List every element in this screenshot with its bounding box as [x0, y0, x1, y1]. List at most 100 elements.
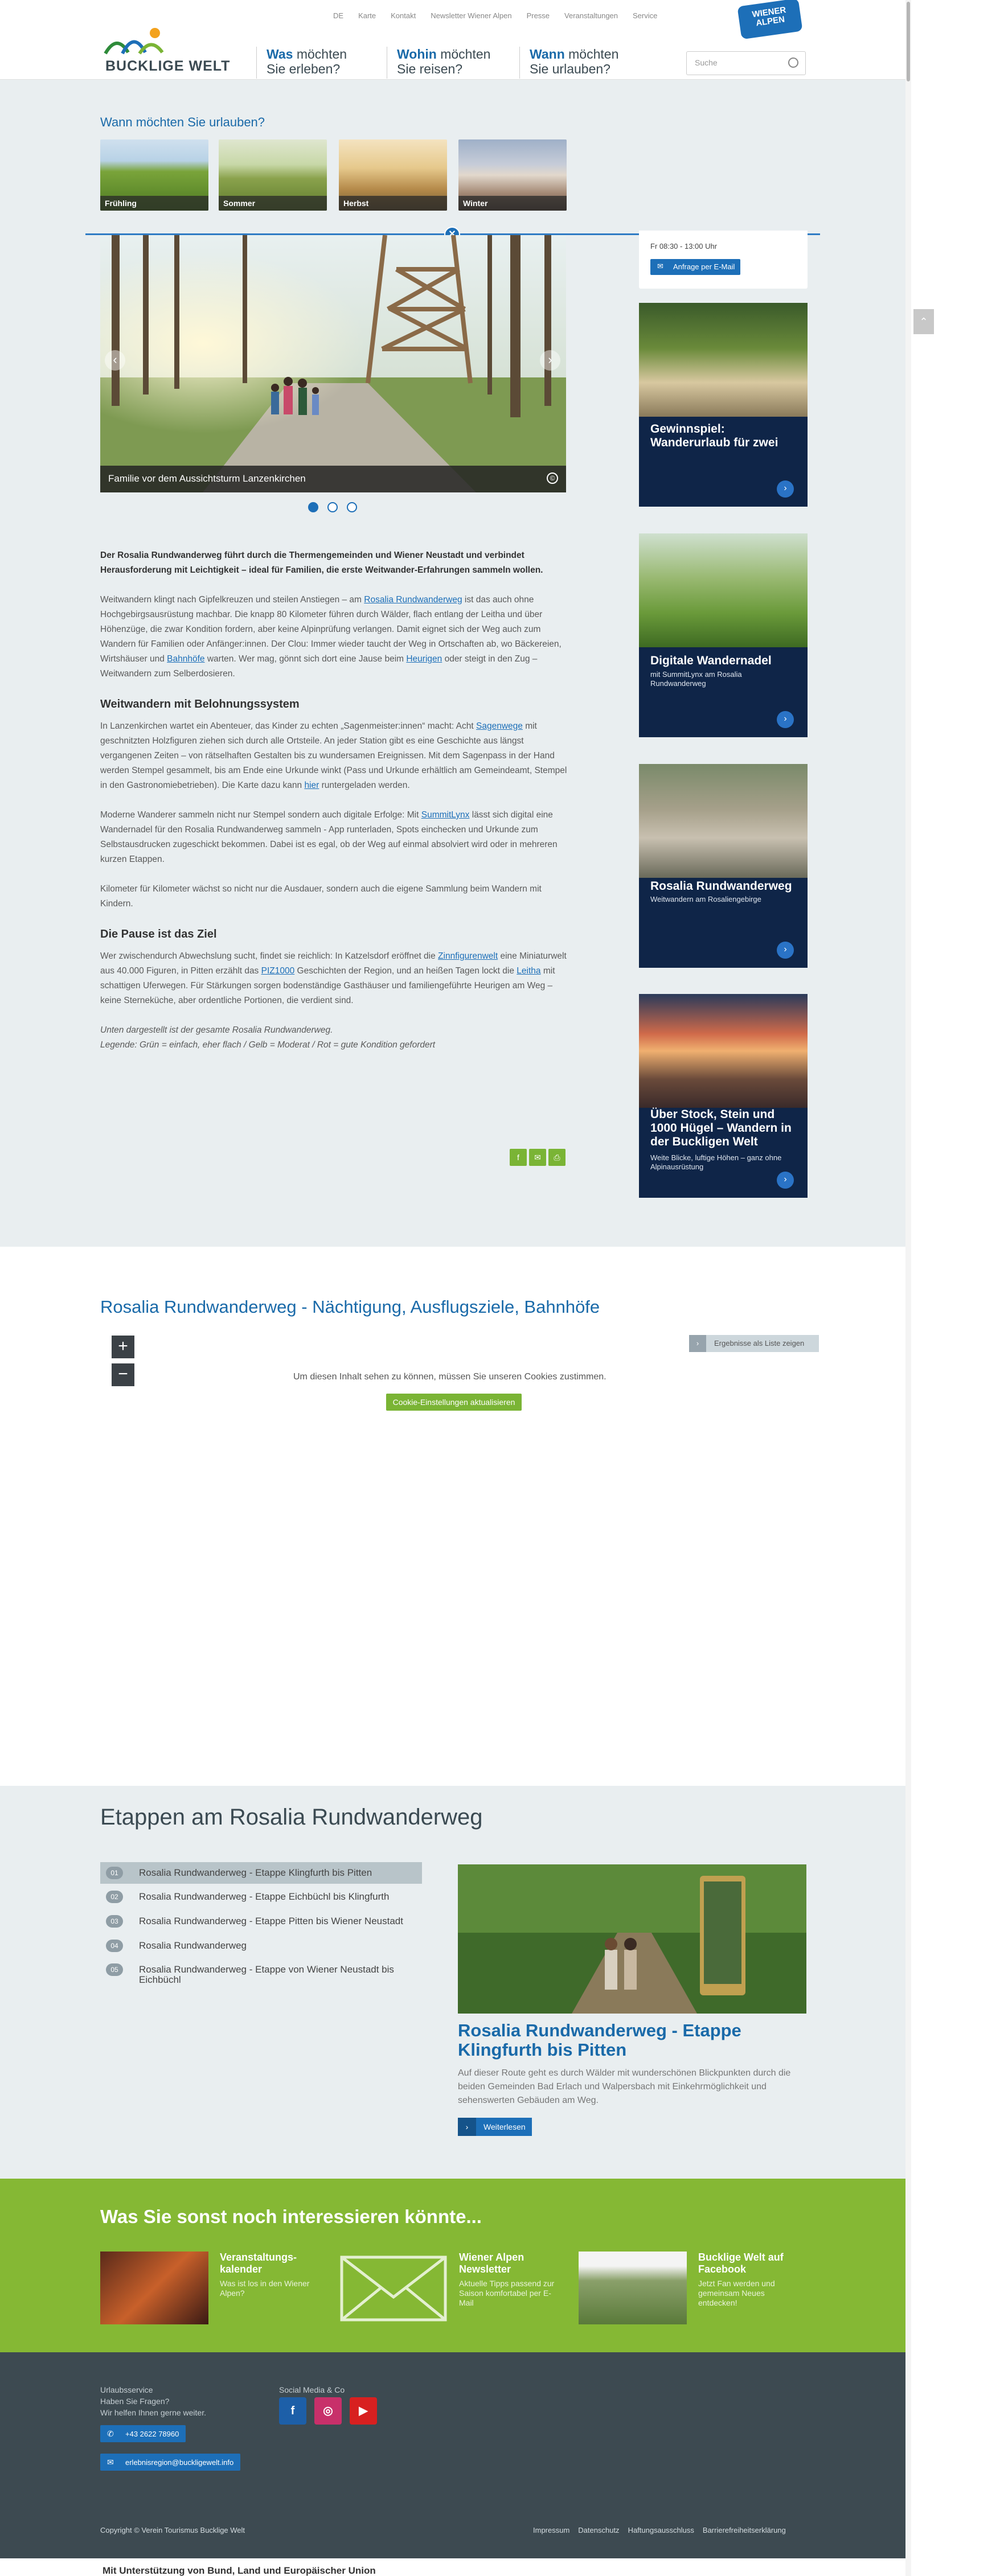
top-link-veranstaltungen[interactable]: Veranstaltungen	[564, 11, 618, 20]
article-heading: Die Pause ist das Ziel	[100, 928, 217, 940]
email-share-icon[interactable]: ✉	[529, 1149, 546, 1166]
season-fruehling[interactable]: Frühling	[100, 139, 208, 211]
related-newsletter[interactable]: Wiener Alpen Newsletter Aktuelle Tipps p…	[339, 2252, 567, 2324]
mail-icon: ✉	[107, 2458, 114, 2467]
cookie-settings-button[interactable]: Cookie-Einstellungen aktualisieren	[386, 1394, 522, 1411]
stage-item[interactable]: 05 Rosalia Rundwanderweg - Etappe von Wie…	[100, 1959, 422, 1989]
chevron-right-icon[interactable]: ›	[777, 711, 794, 728]
footer-service-text: Wir helfen Ihnen gerne weiter.	[100, 2408, 206, 2417]
facebook-share-icon[interactable]: f	[510, 1149, 527, 1166]
link-rosalia[interactable]: Rosalia Rundwanderweg	[364, 595, 462, 605]
article-paragraph: Wer zwischendurch Abwechslung sucht, fin…	[100, 951, 567, 1005]
link-leitha[interactable]: Leitha	[517, 966, 540, 976]
chevron-right-icon[interactable]: ›	[777, 480, 794, 498]
article-heading: Weitwandern mit Belohnungssystem	[100, 698, 300, 710]
article-paragraph: Kilometer für Kilometer wächst so nicht …	[100, 884, 542, 909]
link-sagenwege[interactable]: Sagenwege	[476, 721, 523, 731]
hero-caption: Familie vor dem Aussichtsturm Lanzenkirc…	[100, 466, 566, 492]
top-link-service[interactable]: Service	[633, 11, 657, 20]
top-link-newsletter[interactable]: Newsletter Wiener Alpen	[431, 11, 511, 20]
map-title: Rosalia Rundwanderweg - Nächtigung, Ausf…	[100, 1297, 600, 1317]
legal-links: Impressum Datenschutz Haftungsausschluss…	[533, 2526, 786, 2534]
copyright: Copyright © Verein Tourismus Bucklige We…	[100, 2526, 245, 2534]
site-logo[interactable]: BUCKLIGE WELT	[103, 25, 230, 76]
teaser-wandern[interactable]: Über Stock, Stein und 1000 Hügel – Wande…	[639, 994, 808, 1198]
top-links: DE Karte Kontakt Newsletter Wiener Alpen…	[333, 11, 657, 20]
copyright-icon[interactable]: ©	[547, 473, 558, 484]
search-input[interactable]: Suche	[686, 51, 806, 75]
top-link-karte[interactable]: Karte	[358, 11, 376, 20]
link-impressum[interactable]: Impressum	[533, 2526, 569, 2534]
instagram-icon[interactable]: ◎	[314, 2397, 342, 2425]
scrollbar[interactable]	[905, 0, 911, 2576]
top-link-presse[interactable]: Presse	[527, 11, 550, 20]
link-heurigen[interactable]: Heurigen	[406, 654, 442, 664]
season-title: Wann möchten Sie urlauben?	[100, 115, 265, 129]
wiener-alpen-logo[interactable]: WIENER ALPEN	[737, 0, 803, 40]
article-paragraph: Moderne Wanderer sammeln nicht nur Stemp…	[100, 810, 558, 864]
contact-box: Fr 08:30 - 13:00 Uhr ✉ Anfrage per E-Mail	[639, 231, 808, 289]
slider-next-button[interactable]: ›	[540, 350, 560, 371]
related-events[interactable]: Veranstaltungs-kalender Was ist los in d…	[100, 2252, 328, 2324]
email-button[interactable]: ✉ erlebnisregion@buckligewelt.info	[100, 2454, 241, 2471]
related-facebook[interactable]: Bucklige Welt auf Facebook Jetzt Fan wer…	[579, 2252, 806, 2324]
site-header: DE Karte Kontakt Newsletter Wiener Alpen…	[0, 0, 905, 80]
season-herbst[interactable]: Herbst	[339, 139, 447, 211]
language-selector[interactable]: DE	[333, 11, 343, 20]
phone-button[interactable]: ✆ +43 2622 78960	[100, 2425, 186, 2442]
link-haftungsausschluss[interactable]: Haftungsausschluss	[628, 2526, 694, 2534]
season-winter[interactable]: Winter	[458, 139, 567, 211]
teaser-image	[639, 533, 808, 647]
stage-image	[458, 1864, 806, 2014]
stage-detail-description: Auf dieser Route geht es durch Wälder mi…	[458, 2068, 791, 2105]
cookie-message: Um diesen Inhalt sehen zu können, müssen…	[293, 1372, 607, 1382]
nav-wohin[interactable]: Wohin möchten Sie reisen?	[387, 47, 490, 79]
related-image	[579, 2252, 687, 2324]
scrollbar-thumb[interactable]	[907, 2, 910, 81]
teaser-rosalia[interactable]: Rosalia Rundwanderweg Weitwandern am Ros…	[639, 764, 808, 968]
slider-prev-button[interactable]: ‹	[105, 350, 125, 371]
link-hier[interactable]: hier	[304, 780, 319, 790]
slider-dot-2[interactable]	[327, 502, 338, 512]
sponsor-title: Mit Unterstützung von Bund, Land und Eur…	[103, 2565, 376, 2576]
link-piz1000[interactable]: PIZ1000	[261, 966, 295, 976]
list-view-button[interactable]: › Ergebnisse als Liste zeigen	[689, 1335, 819, 1352]
teaser-wandernadel[interactable]: Digitale Wandernadel mit SummitLynx am R…	[639, 533, 808, 737]
facebook-icon[interactable]: f	[279, 2397, 306, 2425]
zoom-out-button[interactable]: −	[112, 1363, 134, 1386]
chevron-right-icon[interactable]: ›	[777, 942, 794, 959]
link-summitlynx[interactable]: SummitLynx	[421, 810, 470, 820]
top-link-kontakt[interactable]: Kontakt	[391, 11, 416, 20]
chevron-right-icon[interactable]: ›	[777, 1172, 794, 1189]
teaser-gewinnspiel[interactable]: Gewinnspiel: Wanderurlaub für zwei ›	[639, 303, 808, 507]
nav-wann[interactable]: Wann möchten Sie urlauben?	[519, 47, 618, 79]
youtube-icon[interactable]: ▶	[350, 2397, 377, 2425]
zoom-in-button[interactable]: +	[112, 1336, 134, 1358]
logo-hills-icon	[104, 28, 164, 55]
scroll-top-button[interactable]: ⌃	[913, 309, 934, 334]
link-barrierefreiheit[interactable]: Barrierefreiheitserklärung	[703, 2526, 786, 2534]
stage-item[interactable]: 03 Rosalia Rundwanderweg - Etappe Pitten …	[100, 1911, 422, 1932]
slider-dot-3[interactable]	[347, 502, 357, 512]
stage-detail-title[interactable]: Rosalia Rundwanderweg - Etappe Klingfurt…	[458, 2021, 806, 2060]
stage-item[interactable]: 02 Rosalia Rundwanderweg - Etappe Eichbüc…	[100, 1886, 422, 1908]
season-sommer[interactable]: Sommer	[219, 139, 327, 211]
article-lead: Der Rosalia Rundwanderweg führt durch di…	[100, 550, 543, 575]
email-request-button[interactable]: ✉ Anfrage per E-Mail	[650, 259, 741, 275]
stage-item[interactable]: 01 Rosalia Rundwanderweg - Etappe Klingfu…	[100, 1862, 422, 1884]
article-paragraph: In Lanzenkirchen wartet ein Abenteuer, d…	[100, 721, 567, 790]
link-bahnhoefe[interactable]: Bahnhöfe	[167, 654, 204, 664]
article-paragraph: Weitwandern klingt nach Gipfelkreuzen un…	[100, 595, 562, 679]
related-title: Was Sie sonst noch interessieren könnte.…	[100, 2206, 482, 2227]
slider-dot-1[interactable]	[308, 502, 318, 512]
search-icon[interactable]	[788, 57, 798, 68]
nav-was[interactable]: Was möchten Sie erleben?	[256, 47, 347, 79]
stage-item[interactable]: 04 Rosalia Rundwanderweg	[100, 1935, 422, 1957]
link-zinnfigurenwelt[interactable]: Zinnfigurenwelt	[438, 951, 498, 961]
stages-title: Etappen am Rosalia Rundwanderweg	[100, 1805, 483, 1830]
link-datenschutz[interactable]: Datenschutz	[578, 2526, 619, 2534]
print-icon[interactable]: ⎙	[548, 1149, 565, 1166]
footer-service-title: Urlaubsservice	[100, 2385, 153, 2394]
read-more-button[interactable]: › Weiterlesen	[458, 2118, 532, 2136]
teaser-image	[639, 994, 808, 1108]
